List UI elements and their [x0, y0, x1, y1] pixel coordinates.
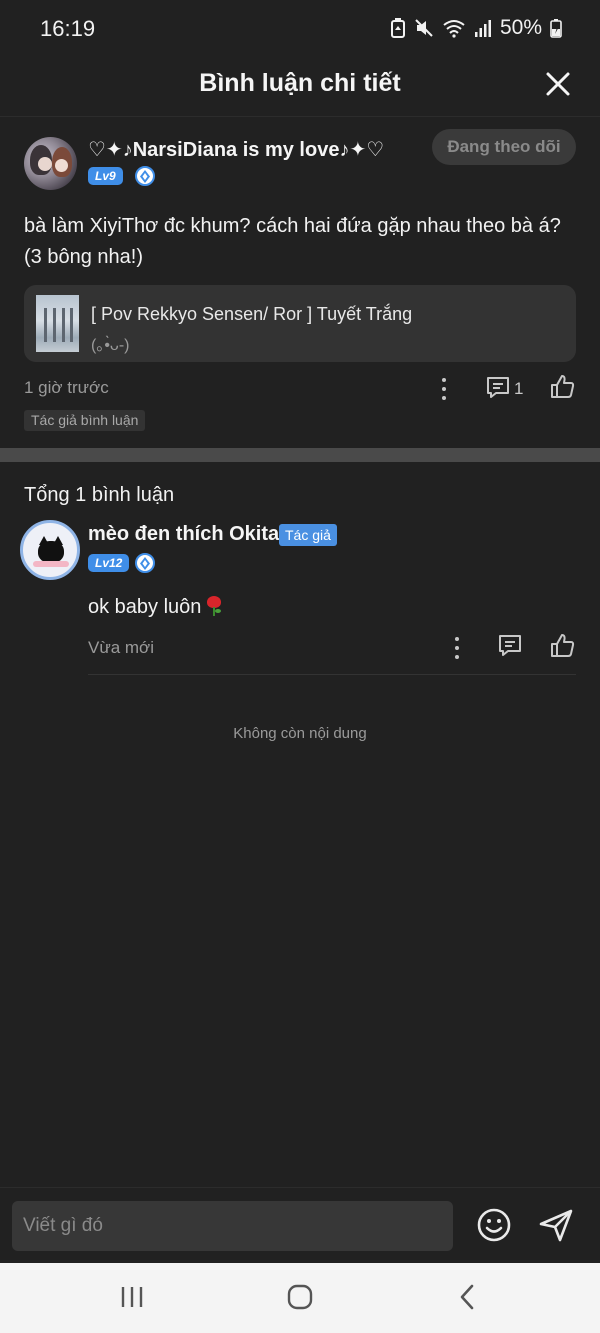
comment-icon [499, 635, 521, 656]
reply-separator [88, 674, 576, 675]
back-icon [460, 1284, 474, 1310]
mute-icon [415, 19, 433, 37]
main-comment: ♡✦♪NarsiDiana is my love♪✦♡ Lv9 Đang the… [0, 116, 600, 448]
thumbs-up-icon [551, 634, 575, 657]
status-icons: 50% [390, 16, 562, 40]
recent-apps-button[interactable] [120, 1283, 144, 1311]
wifi-icon [443, 20, 465, 38]
send-button[interactable] [537, 1206, 575, 1244]
system-nav-bar [0, 1263, 600, 1333]
send-icon [539, 1209, 573, 1242]
comment-text: bà làm XiyiThơ đc khum? cách hai đứa gặp… [24, 215, 561, 268]
comment-input-bar [0, 1187, 600, 1263]
more-options-button[interactable] [447, 634, 467, 662]
story-title: [ Pov Rekkyo Sensen/ Ror ] Tuyết Trắng [91, 304, 413, 324]
avatar[interactable] [20, 520, 80, 580]
recent-apps-icon [121, 1287, 143, 1307]
author-badge: Tác giả [279, 524, 337, 546]
comment-timestamp: 1 giờ trước [24, 378, 109, 397]
header: Bình luận chi tiết [0, 60, 600, 116]
like-button[interactable] [549, 632, 576, 659]
reply-username[interactable]: mèo đen thích Okita [88, 523, 279, 546]
status-time: 16:19 [40, 16, 96, 41]
smiley-icon [477, 1208, 511, 1242]
reply-count: 1 [514, 379, 524, 398]
status-bar: 16:19 50% [0, 0, 600, 60]
reply-text-content: ok baby luôn [88, 596, 202, 618]
replies-total: Tổng 1 bình luận [24, 484, 175, 506]
page-title: Bình luận chi tiết [199, 69, 401, 97]
level-badge: Lv12 [88, 554, 130, 572]
replies-section: Tổng 1 bình luận mèo đen thích Okita Tác… [0, 462, 600, 1187]
thumbs-up-icon [551, 375, 575, 398]
comment-input[interactable] [12, 1201, 453, 1251]
reply-timestamp: Vừa mới [88, 638, 154, 657]
rose-icon [205, 596, 223, 616]
comment-icon [487, 377, 509, 398]
close-button[interactable] [544, 70, 572, 98]
end-of-content: Không còn nội dung [233, 725, 367, 742]
story-thumbnail [36, 295, 79, 352]
home-icon [287, 1284, 313, 1310]
home-button[interactable] [286, 1283, 314, 1311]
author-comment-tag: Tác giả bình luận [24, 410, 146, 431]
follow-button[interactable]: Đang theo dõi [432, 129, 576, 165]
diamond-badge-icon [135, 166, 155, 186]
section-divider [0, 448, 600, 462]
reply-button[interactable] [497, 633, 523, 659]
close-icon [546, 72, 570, 96]
reply-text: ok baby luôn [88, 596, 223, 619]
back-button[interactable] [458, 1283, 478, 1311]
like-button[interactable] [549, 373, 576, 400]
level-badge: Lv9 [88, 167, 123, 185]
story-card[interactable]: [ Pov Rekkyo Sensen/ Ror ] Tuyết Trắng (… [24, 285, 576, 362]
more-options-button[interactable] [434, 375, 454, 403]
signal-icon [474, 20, 491, 37]
battery-saver-icon [390, 18, 405, 38]
story-subtitle: (｡•̀ᴗ-) [91, 337, 130, 354]
battery-charging-icon [550, 19, 562, 38]
emoji-button[interactable] [476, 1207, 512, 1243]
reply-button[interactable] [485, 375, 511, 401]
comment-username[interactable]: ♡✦♪NarsiDiana is my love♪✦♡ [88, 137, 384, 162]
avatar[interactable] [24, 137, 77, 190]
diamond-badge-icon [135, 553, 155, 573]
battery-percent: 50% [499, 16, 542, 39]
